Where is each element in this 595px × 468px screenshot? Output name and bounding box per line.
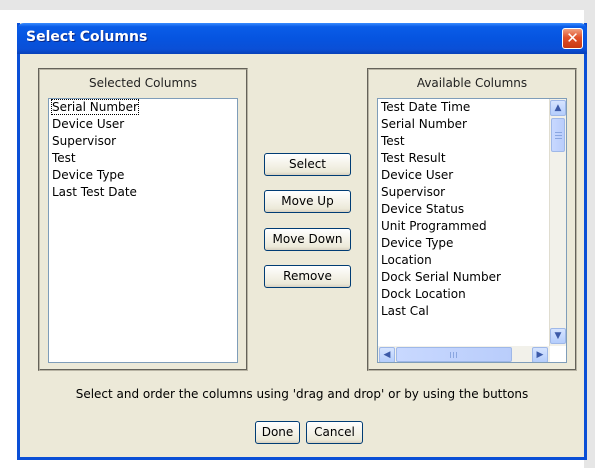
available-vertical-scrollbar[interactable]: ▲ ▼: [549, 99, 566, 346]
move-down-button[interactable]: Move Down: [264, 228, 351, 251]
selected-column-item[interactable]: Device User: [49, 116, 237, 133]
dialog-title: Select Columns: [26, 29, 148, 45]
scroll-left-icon[interactable]: ◀: [379, 347, 395, 362]
selected-column-item[interactable]: Device Type: [49, 167, 237, 184]
vertical-scroll-thumb[interactable]: [551, 118, 565, 152]
available-column-item-label: Dock Location: [381, 287, 466, 301]
available-column-item[interactable]: Last Cal: [378, 303, 566, 320]
available-column-item[interactable]: Test: [378, 133, 566, 150]
available-column-item[interactable]: Location: [378, 252, 566, 269]
available-column-item[interactable]: Device Type: [378, 235, 566, 252]
selected-column-item[interactable]: Last Test Date: [49, 184, 237, 201]
available-column-item-label: Supervisor: [381, 185, 446, 199]
desktop-background-top: [0, 0, 595, 10]
scroll-right-icon[interactable]: ▶: [532, 347, 548, 362]
available-column-item[interactable]: Device User: [378, 167, 566, 184]
available-column-item[interactable]: Device Status: [378, 201, 566, 218]
selected-columns-group: Selected Columns Serial Number Device Use…: [38, 68, 248, 371]
available-column-item-label: Test Result: [381, 151, 446, 165]
selected-column-item-label: Last Test Date: [52, 185, 137, 199]
selected-columns-title: Selected Columns: [88, 76, 198, 90]
available-column-item-label: Test Date Time: [381, 100, 471, 114]
cancel-button[interactable]: Cancel: [306, 421, 363, 444]
select-button[interactable]: Select: [264, 153, 351, 176]
selected-column-item-label: Device Type: [52, 168, 125, 182]
dialog-titlebar[interactable]: Select Columns ✕: [17, 23, 587, 54]
available-column-item-label: Dock Serial Number: [381, 270, 501, 284]
selected-column-item-label: Serial Number: [51, 99, 139, 115]
instructions-text: Select and order the columns using 'drag…: [75, 387, 529, 401]
available-column-item-label: Device User: [381, 168, 454, 182]
available-column-item-label: Serial Number: [381, 117, 467, 131]
available-column-item[interactable]: Supervisor: [378, 184, 566, 201]
done-button[interactable]: Done: [255, 421, 300, 444]
selected-column-item-label: Device User: [52, 117, 125, 131]
available-column-item-label: Test: [381, 134, 405, 148]
selected-column-item-label: Supervisor: [52, 134, 117, 148]
selected-columns-list[interactable]: Serial Number Device User Supervisor Test De…: [48, 98, 238, 363]
available-columns-group: Available Columns Test Date Time Serial N…: [367, 68, 577, 371]
selected-column-item-label: Test: [52, 151, 76, 165]
available-column-item[interactable]: Dock Location: [378, 286, 566, 303]
close-icon[interactable]: ✕: [562, 28, 583, 49]
available-column-item[interactable]: Test Result: [378, 150, 566, 167]
selected-column-item[interactable]: Serial Number: [49, 99, 237, 116]
horizontal-scroll-thumb[interactable]: [396, 347, 512, 362]
selected-column-item[interactable]: Supervisor: [49, 133, 237, 150]
available-column-item[interactable]: Unit Programmed: [378, 218, 566, 235]
selected-column-item[interactable]: Test: [49, 150, 237, 167]
move-up-button[interactable]: Move Up: [264, 190, 351, 213]
available-columns-list[interactable]: Test Date Time Serial Number Test Test Resu…: [377, 98, 567, 363]
available-column-item-label: Unit Programmed: [381, 219, 487, 233]
available-column-item[interactable]: Serial Number: [378, 116, 566, 133]
scroll-up-icon[interactable]: ▲: [550, 100, 566, 116]
available-column-item-label: Device Status: [381, 202, 465, 216]
remove-button[interactable]: Remove: [264, 265, 351, 288]
available-column-item-label: Device Type: [381, 236, 454, 250]
available-column-item-label: Location: [381, 253, 432, 267]
available-column-item-label: Last Cal: [381, 304, 429, 318]
scroll-down-icon[interactable]: ▼: [550, 328, 566, 344]
available-horizontal-scrollbar[interactable]: ◀ ▶: [378, 346, 550, 362]
available-column-item[interactable]: Test Date Time: [378, 99, 566, 116]
available-column-item[interactable]: Dock Serial Number: [378, 269, 566, 286]
available-columns-title: Available Columns: [416, 76, 528, 90]
